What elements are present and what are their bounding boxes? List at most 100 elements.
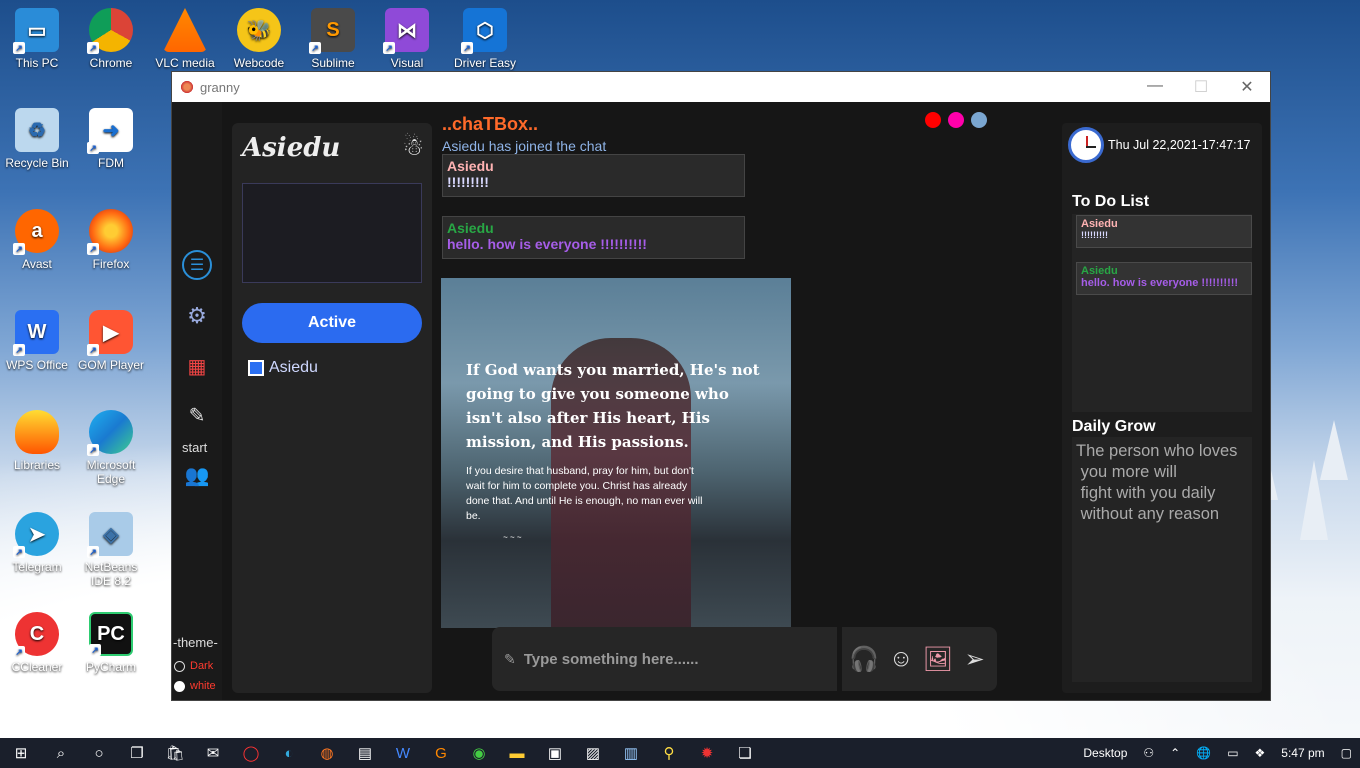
app-logo-icon bbox=[180, 80, 194, 94]
chrome-icon: ↗ bbox=[87, 8, 133, 54]
minimize-button[interactable]: — bbox=[1132, 77, 1178, 97]
window-titlebar[interactable]: granny — ☐ ✕ bbox=[172, 72, 1270, 102]
send-icon[interactable]: ➢ bbox=[959, 643, 991, 675]
desktop-icon-netbeans[interactable]: ◈ ↗ NetBeans IDE 8.2 bbox=[74, 512, 148, 588]
gallery-icon[interactable]: 🖼 bbox=[922, 643, 954, 675]
dropbox-icon[interactable]: ❖ bbox=[1255, 746, 1266, 760]
desktop-icon-vlc[interactable]: VLC media bbox=[148, 8, 222, 70]
todo-item[interactable]: Asiedu hello. how is everyone !!!!!!!!!! bbox=[1076, 262, 1252, 295]
settings-gear-icon[interactable]: ⚙ bbox=[182, 301, 212, 331]
radio-circle[interactable] bbox=[174, 680, 185, 692]
bug-icon[interactable]: ✹ bbox=[688, 738, 726, 768]
gom-player-icon: ▶ ↗ bbox=[87, 310, 133, 356]
pycharm-icon: PC ↗ bbox=[89, 612, 133, 656]
desktop-icon-gom-player[interactable]: ▶ ↗ GOM Player bbox=[74, 310, 148, 372]
shared-quote-image[interactable]: If God wants you married, He's not going… bbox=[441, 278, 791, 628]
word-taskbar-icon[interactable]: W bbox=[384, 738, 422, 768]
cortana-icon[interactable]: ○ bbox=[80, 738, 118, 768]
desktop-icon-wps-office[interactable]: W ↗ WPS Office bbox=[0, 310, 74, 372]
radio-circle[interactable] bbox=[174, 660, 185, 672]
notes-icon[interactable]: ✎ bbox=[182, 400, 212, 430]
store-icon[interactable]: 🛍 bbox=[156, 738, 194, 768]
globe-icon[interactable]: 🌐 bbox=[1196, 746, 1211, 760]
online-user-item[interactable]: Asiedu bbox=[248, 359, 318, 377]
desktop-icon-chrome[interactable]: ↗ Chrome bbox=[74, 8, 148, 70]
fdm-icon: ➜ ↗ bbox=[87, 108, 133, 154]
edge-taskbar-icon[interactable]: ◐ bbox=[270, 738, 308, 768]
desktop-icon-telegram[interactable]: ➤ ↗ Telegram bbox=[0, 512, 74, 574]
chat-message: Asiedu !!!!!!!!! bbox=[442, 154, 745, 197]
task-view-icon[interactable]: ❐ bbox=[118, 738, 156, 768]
desktop-icon-sublime[interactable]: S ↗ Sublime bbox=[296, 8, 370, 70]
edge-icon: ↗ bbox=[87, 410, 133, 456]
app-taskbar-icon[interactable]: G bbox=[422, 738, 460, 768]
theme-dark-radio[interactable]: Dark bbox=[174, 660, 213, 672]
sublime-icon: S ↗ bbox=[309, 8, 355, 54]
emoji-icon[interactable]: ☺ bbox=[885, 643, 917, 675]
pink-dot-icon[interactable] bbox=[948, 112, 964, 128]
snowman-avatar-icon[interactable]: ☃ bbox=[402, 133, 424, 162]
message-input[interactable] bbox=[523, 650, 824, 668]
active-status-button[interactable]: Active bbox=[242, 303, 422, 343]
snow-tree bbox=[1320, 420, 1348, 480]
window-title: granny bbox=[200, 79, 240, 95]
desktop-icon-ccleaner[interactable]: C ↗ CCleaner bbox=[0, 612, 74, 674]
grow-line: fight with you daily bbox=[1076, 484, 1216, 502]
desktop-icon-webcode[interactable]: 🐝 Webcode bbox=[222, 8, 296, 70]
blue-dot-icon[interactable] bbox=[971, 112, 987, 128]
message-sender: Asiedu bbox=[447, 220, 494, 236]
joined-notice: Asiedu has joined the chat bbox=[442, 138, 607, 154]
notepad-taskbar-icon[interactable]: ▤ bbox=[346, 738, 384, 768]
maximize-button[interactable]: ☐ bbox=[1178, 77, 1224, 97]
notes-taskbar-icon[interactable]: ▥ bbox=[612, 738, 650, 768]
battery-icon[interactable]: ▭ bbox=[1227, 746, 1238, 760]
opera-icon[interactable]: ◯ bbox=[232, 738, 270, 768]
windows-start-icon[interactable]: ⊞ bbox=[0, 738, 42, 768]
desktop-icon-firefox[interactable]: ↗ Firefox bbox=[74, 209, 148, 271]
search-icon[interactable]: ⌕ bbox=[42, 738, 80, 768]
image-signature: ~ ~ ~ bbox=[503, 533, 522, 542]
theme-white-radio[interactable]: white bbox=[174, 680, 216, 692]
todo-item[interactable]: Asiedu !!!!!!!!! bbox=[1076, 215, 1252, 248]
menu-icon[interactable]: ☰ bbox=[182, 250, 212, 280]
desktop-icon-recycle-bin[interactable]: ♻ Recycle Bin bbox=[0, 108, 74, 170]
desktop-icon-this-pc[interactable]: ▭ ↗ This PC bbox=[0, 8, 74, 70]
calendar-icon[interactable]: ▦ bbox=[182, 351, 212, 381]
desktop-toolbar-label[interactable]: Desktop bbox=[1083, 746, 1127, 760]
driver-easy-icon: ⬡ ↗ bbox=[461, 8, 507, 54]
notification-icon[interactable]: ▢ bbox=[1341, 746, 1352, 760]
desktop-icon-fdm[interactable]: ➜ ↗ FDM bbox=[74, 108, 148, 170]
desktop-icon-libraries[interactable]: Libraries bbox=[0, 410, 74, 472]
terminal-icon[interactable]: ▣ bbox=[536, 738, 574, 768]
people-icon[interactable]: ⚇ bbox=[1143, 746, 1154, 760]
python-icon[interactable]: ⚲ bbox=[650, 738, 688, 768]
username-heading: Asiedu bbox=[242, 133, 341, 163]
chat-message: Asiedu hello. how is everyone !!!!!!!!!! bbox=[442, 216, 745, 259]
online-user-name: Asiedu bbox=[269, 359, 318, 376]
chevron-up-icon[interactable]: ⌃ bbox=[1170, 746, 1180, 760]
libraries-icon bbox=[15, 410, 59, 454]
desktop-icon-pycharm[interactable]: PC ↗ PyCharm bbox=[74, 612, 148, 674]
chat-taskbar-icon[interactable]: ❏ bbox=[726, 738, 764, 768]
theme-white-label: white bbox=[190, 680, 216, 692]
clock-time[interactable]: 5:47 pm bbox=[1281, 746, 1324, 760]
close-button[interactable]: ✕ bbox=[1224, 77, 1270, 97]
chrome-taskbar-icon[interactable]: ◉ bbox=[460, 738, 498, 768]
file-explorer-icon[interactable]: ▬ bbox=[498, 738, 536, 768]
bee-icon: 🐝 bbox=[237, 8, 281, 52]
desktop-icon-avast[interactable]: a ↗ Avast bbox=[0, 209, 74, 271]
firefox-taskbar-icon[interactable]: ◍ bbox=[308, 738, 346, 768]
red-dot-icon[interactable] bbox=[925, 112, 941, 128]
headset-icon[interactable]: 🎧 bbox=[848, 643, 880, 675]
users-group-icon[interactable]: 👥 bbox=[182, 460, 212, 490]
desktop-icon-driver-easy[interactable]: ⬡ ↗ Driver Easy bbox=[448, 8, 522, 70]
photos-icon[interactable]: ▨ bbox=[574, 738, 612, 768]
message-text: hello. how is everyone !!!!!!!!!! bbox=[447, 236, 647, 252]
desktop-icon-edge[interactable]: ↗ Microsoft Edge bbox=[74, 410, 148, 486]
grow-line: The person who loves bbox=[1076, 442, 1238, 460]
mail-icon[interactable]: ✉ bbox=[194, 738, 232, 768]
start-label[interactable]: start bbox=[182, 440, 207, 455]
grow-line: you more will bbox=[1076, 463, 1177, 481]
desktop-icon-visual-studio[interactable]: ⋈ ↗ Visual bbox=[370, 8, 444, 70]
profile-image-box[interactable] bbox=[242, 183, 422, 283]
